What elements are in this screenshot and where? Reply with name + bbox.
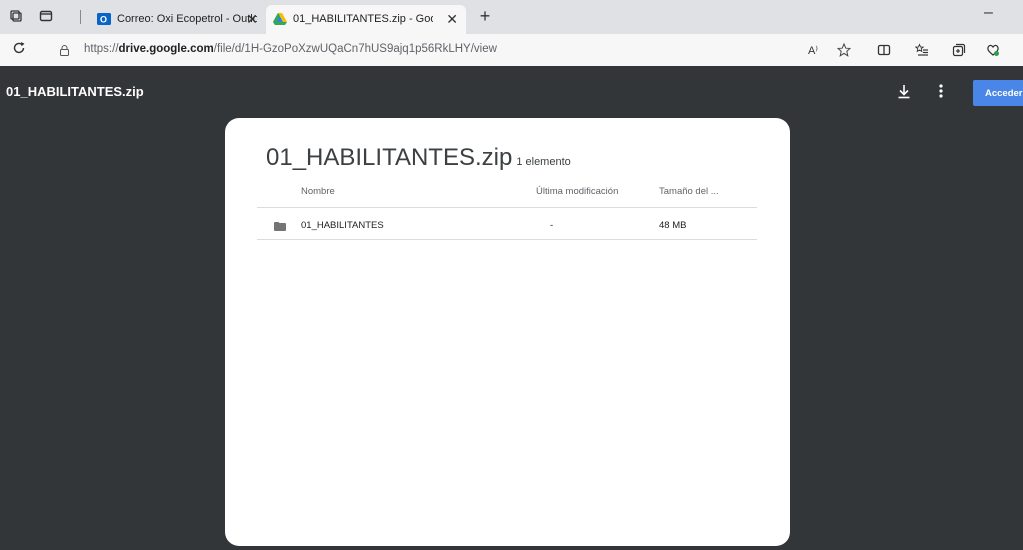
url-text[interactable]: https://drive.google.com/file/d/1H-GzoPo… (84, 43, 497, 55)
workspaces-icon[interactable] (8, 9, 24, 25)
zip-contents-card: 01_HABILITANTES.zip 1 elemento Nombre Últ… (225, 118, 790, 546)
tab-actions-icon[interactable] (38, 9, 54, 25)
folder-icon (274, 218, 286, 231)
reload-icon[interactable] (12, 41, 26, 59)
file-title: 01_HABILITANTES.zip (6, 84, 144, 99)
column-header-modified[interactable]: Última modificación (536, 186, 618, 197)
tab-strip: O Correo: Oxi Ecopetrol - Outlook ✕ 01_H… (0, 0, 1023, 34)
zip-heading: 01_HABILITANTES.zip 1 elemento (266, 144, 571, 172)
split-screen-icon[interactable] (876, 43, 892, 59)
outlook-icon: O (97, 12, 111, 26)
acceder-button[interactable]: Acceder (973, 80, 1023, 106)
svg-text:O: O (100, 15, 107, 25)
address-bar[interactable]: https://drive.google.com/file/d/1H-GzoPo… (44, 38, 866, 62)
lock-icon[interactable] (60, 43, 69, 56)
row-modified: - (550, 220, 554, 231)
collections-icon[interactable] (951, 43, 967, 59)
zip-name: 01_HABILITANTES.zip (266, 144, 513, 171)
item-count: 1 elemento (516, 156, 571, 168)
browser-essentials-icon[interactable] (985, 43, 1001, 59)
tab-separator (80, 10, 81, 24)
row-size: 48 MB (659, 220, 687, 231)
download-icon[interactable] (896, 82, 912, 100)
row-divider (257, 239, 757, 240)
tab-outlook[interactable]: O Correo: Oxi Ecopetrol - Outlook ✕ (90, 5, 266, 34)
favorite-star-icon[interactable] (836, 42, 852, 59)
tab-google-drive[interactable]: 01_HABILITANTES.zip - Google D ✕ (266, 5, 466, 34)
minimize-button[interactable]: – (984, 4, 993, 22)
tab-title: 01_HABILITANTES.zip - Google D (293, 13, 433, 25)
column-header-name[interactable]: Nombre (301, 186, 335, 197)
drive-viewer: 01_HABILITANTES.zip Acceder 01_HABILITAN… (0, 66, 1023, 550)
column-header-size[interactable]: Tamaño del ... (659, 186, 719, 197)
close-tab-icon[interactable]: ✕ (246, 11, 258, 28)
tab-title: Correo: Oxi Ecopetrol - Outlook (117, 13, 257, 25)
read-aloud-icon[interactable]: A⁾ (805, 43, 821, 59)
new-tab-button[interactable]: + (475, 6, 495, 27)
row-name: 01_HABILITANTES (301, 220, 384, 231)
google-drive-icon (273, 12, 287, 26)
favorites-list-icon[interactable] (914, 43, 930, 59)
close-tab-icon[interactable]: ✕ (446, 11, 458, 28)
address-bar-row: https://drive.google.com/file/d/1H-GzoPo… (0, 34, 1023, 66)
more-options-icon[interactable] (938, 82, 944, 100)
header-divider (257, 207, 757, 208)
